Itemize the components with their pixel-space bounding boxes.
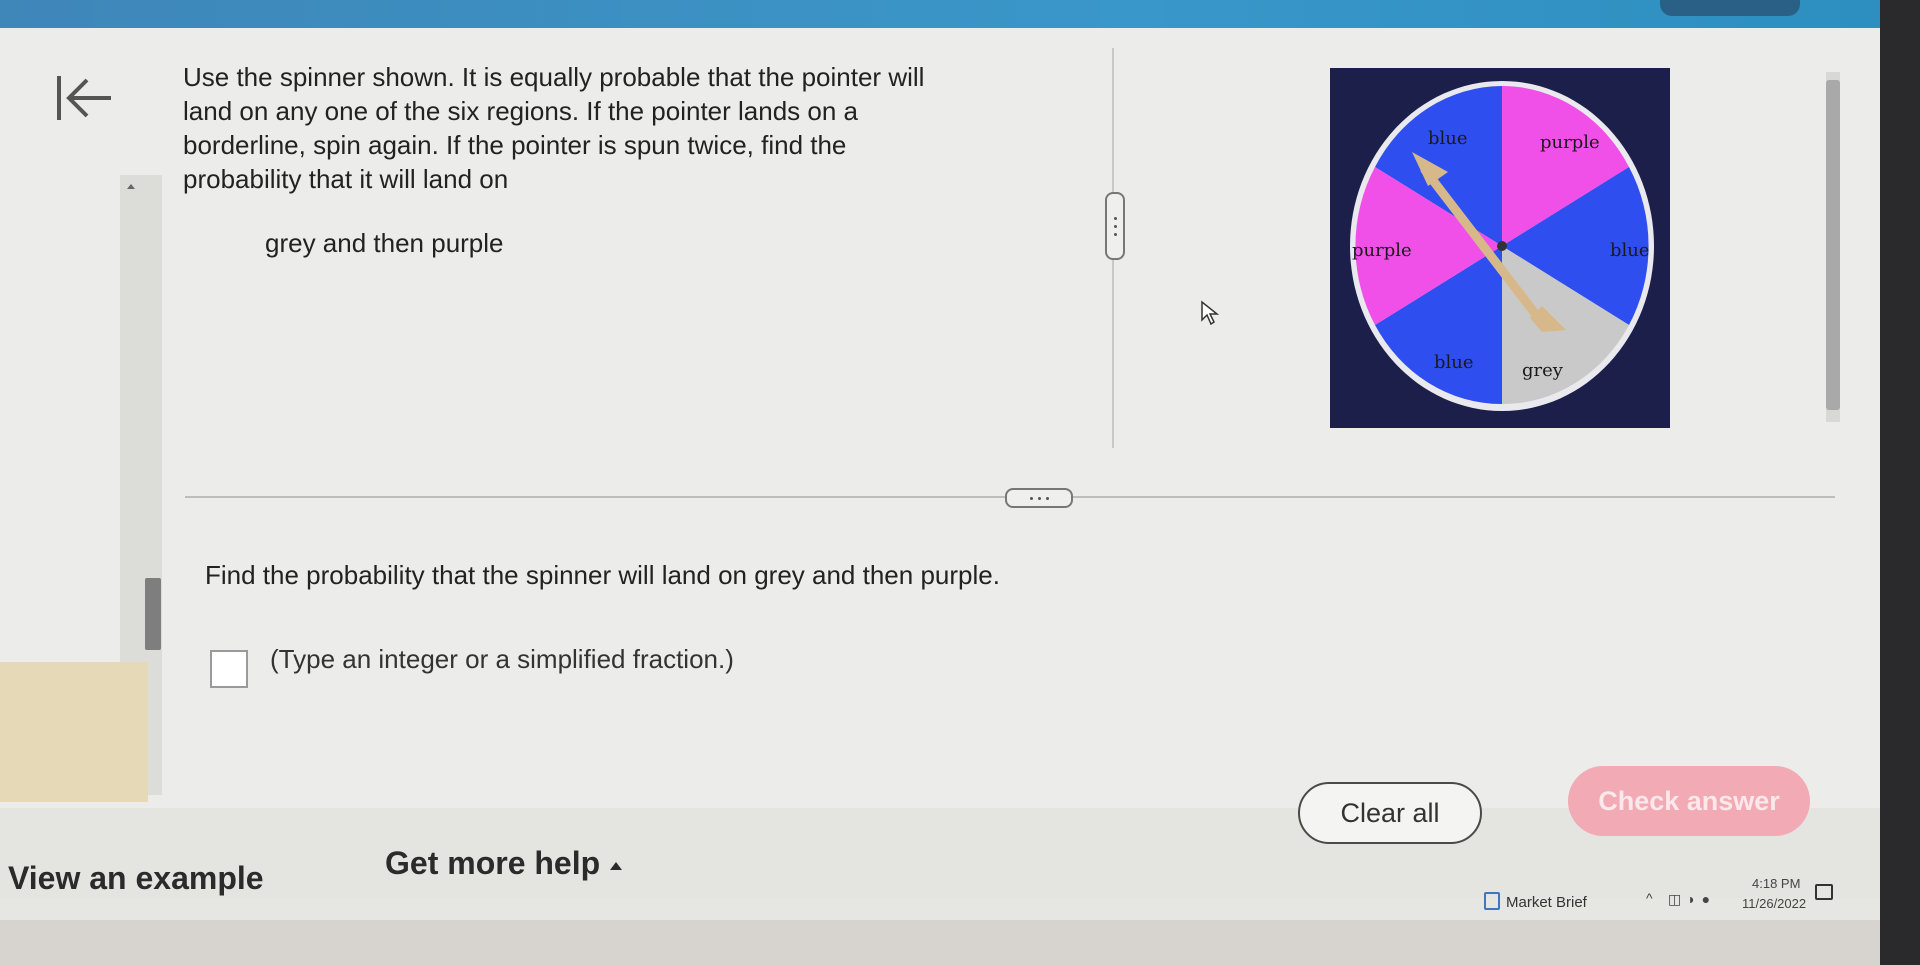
bottom-strip: [0, 920, 1880, 965]
get-more-help-label: Get more help: [385, 845, 601, 881]
scroll-up-icon[interactable]: [127, 184, 135, 189]
top-bar: [0, 0, 1880, 28]
left-scrollbar-thumb[interactable]: [145, 578, 161, 650]
answer-prompt: Find the probability that the spinner wi…: [205, 560, 1000, 590]
news-widget[interactable]: Market Brief: [1506, 894, 1587, 911]
label-top-left: blue: [1428, 128, 1468, 149]
answer-input[interactable]: [210, 650, 248, 688]
label-right: blue: [1610, 240, 1650, 261]
top-bar-tab[interactable]: [1660, 0, 1800, 16]
question-line: land on any one of the six regions. If t…: [183, 96, 859, 126]
label-left: purple: [1352, 240, 1412, 261]
get-more-help-button[interactable]: Get more help: [385, 845, 623, 882]
chevron-up-icon[interactable]: ^: [1646, 890, 1653, 906]
clock-date[interactable]: 11/26/2022: [1742, 896, 1806, 911]
mouse-cursor-icon: [1201, 300, 1220, 326]
clear-all-button[interactable]: Clear all: [1298, 782, 1482, 844]
label-bottom-left: blue: [1434, 352, 1474, 373]
question-line: Use the spinner shown. It is equally pro…: [183, 62, 925, 92]
label-top-right: purple: [1540, 132, 1600, 153]
first-page-icon: [57, 76, 111, 120]
check-answer-button[interactable]: Check answer: [1568, 766, 1810, 836]
question-line: probability that it will land on: [183, 164, 509, 194]
horizontal-resize-handle[interactable]: [1005, 488, 1073, 508]
tray-icons[interactable]: ◫◗●: [1668, 891, 1716, 908]
answer-hint: (Type an integer or a simplified fractio…: [270, 644, 734, 674]
view-example-link[interactable]: View an example: [8, 860, 264, 897]
notification-icon[interactable]: [1815, 884, 1833, 900]
question-line: borderline, spin again. If the pointer i…: [183, 130, 847, 160]
right-scrollbar-thumb[interactable]: [1826, 80, 1840, 410]
side-panel-block: [0, 662, 148, 802]
screen-edge: [1880, 0, 1920, 965]
question-text: Use the spinner shown. It is equally pro…: [183, 60, 1053, 196]
label-bottom-right: grey: [1522, 360, 1564, 381]
back-to-start-button[interactable]: [50, 68, 120, 128]
system-taskbar: Market Brief ^ ◫◗● 4:18 PM 11/26/2022: [1480, 870, 1840, 920]
vertical-resize-handle[interactable]: [1105, 192, 1125, 260]
news-icon[interactable]: [1484, 892, 1500, 910]
question-sub-item: grey and then purple: [265, 228, 504, 258]
caret-up-icon: [610, 861, 623, 870]
clock-time[interactable]: 4:18 PM: [1752, 876, 1800, 891]
spinner-graphic: blue purple purple blue blue grey: [1330, 68, 1670, 428]
spinner-figure: blue purple purple blue blue grey: [1330, 68, 1670, 428]
